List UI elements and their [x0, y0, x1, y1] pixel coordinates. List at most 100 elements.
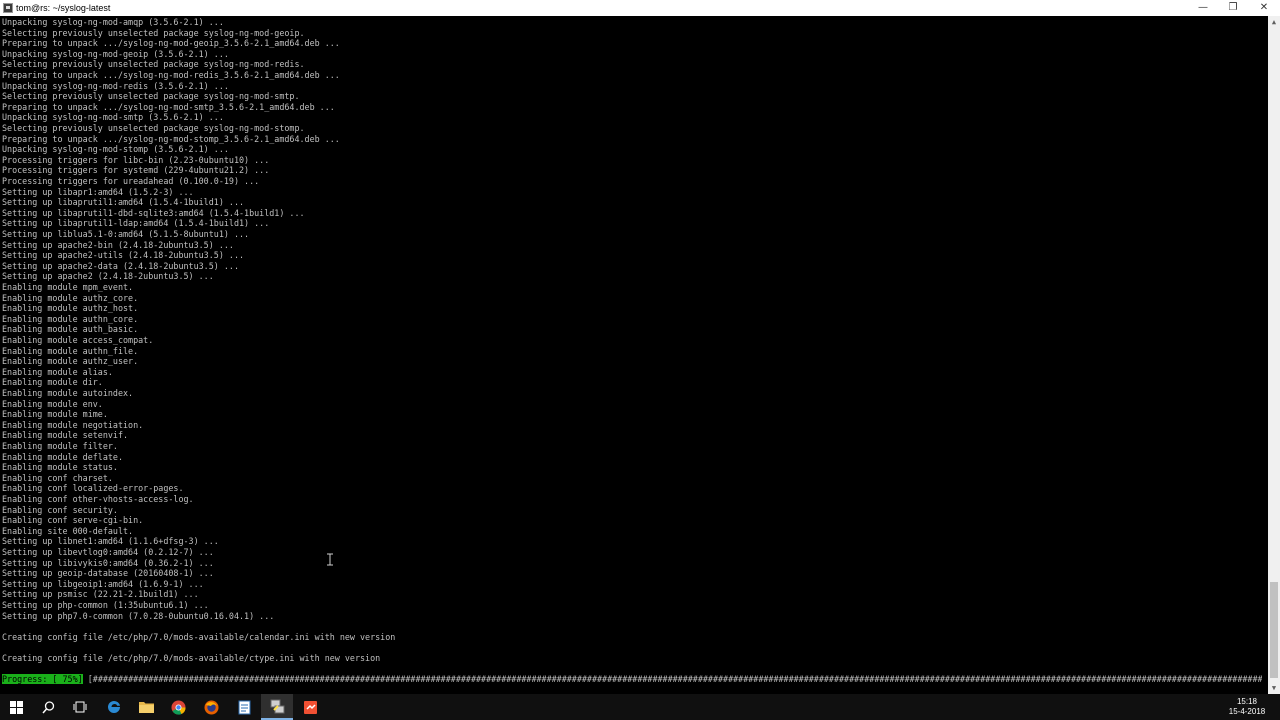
terminal-line: Enabling conf other-vhosts-access-log.	[2, 494, 194, 504]
window-title: tom@rs: ~/syslog-latest	[16, 3, 111, 13]
terminal-line: Enabling module auth_basic.	[2, 324, 139, 335]
terminal-line: Setting up libaprutil1-dbd-sqlite3:amd64…	[2, 207, 305, 218]
terminal-line: Setting up php7.0-common (7.0.28-0ubuntu…	[2, 610, 275, 621]
terminal-line: Enabling module authz_core.	[2, 292, 139, 303]
terminal-line: Setting up apache2-utils (2.4.18-2ubuntu…	[2, 250, 245, 261]
windows-icon	[9, 700, 23, 714]
terminal-line: Enabling module mpm_event.	[2, 282, 134, 292]
window-titlebar[interactable]: tom@rs: ~/syslog-latest — ❐ ✕	[0, 0, 1280, 16]
progress-bar: [#######################################…	[87, 674, 1262, 685]
terminal-line: Enabling module filter.	[2, 441, 118, 451]
terminal-line: Preparing to unpack .../syslog-ng-mod-st…	[2, 133, 340, 144]
scroll-down-arrow-icon[interactable]: ▼	[1268, 682, 1280, 694]
chrome-icon	[171, 700, 186, 715]
file-explorer-app[interactable]	[130, 694, 162, 720]
terminal-line: Unpacking syslog-ng-mod-smtp (3.5.6-2.1)…	[2, 112, 224, 123]
putty-app[interactable]	[261, 694, 293, 720]
terminal-line: Setting up psmisc (22.21-2.1build1) ...	[2, 589, 199, 600]
putty-icon	[270, 699, 284, 713]
terminal-line: Preparing to unpack .../syslog-ng-mod-ge…	[2, 38, 340, 49]
terminal-line: Processing triggers for libc-bin (2.23-0…	[2, 154, 270, 165]
firefox-icon	[204, 700, 218, 714]
terminal-line: Setting up apache2 (2.4.18-2ubuntu3.5) .…	[2, 271, 214, 282]
edge-app[interactable]	[98, 694, 130, 720]
start-button[interactable]	[0, 694, 32, 720]
text-cursor-icon	[325, 553, 335, 566]
terminal-line: Setting up libevtlog0:amd64 (0.2.12-7) .…	[2, 547, 214, 557]
terminal-line: Enabling module deflate.	[2, 451, 124, 462]
terminal-line: Creating config file /etc/php/7.0/mods-a…	[2, 631, 396, 642]
terminal-line: Enabling module autoindex.	[2, 388, 134, 398]
terminal-line: Enabling conf security.	[2, 504, 118, 515]
task-view-button[interactable]	[64, 694, 96, 720]
progress-line: Progress: [ 75%] [######################…	[2, 674, 1262, 685]
maximize-button[interactable]: ❐	[1218, 0, 1248, 16]
terminal-line: Enabling module access_compat.	[2, 335, 154, 345]
terminal-line: Enabling module env.	[2, 398, 103, 409]
terminal-line: Processing triggers for ureadahead (0.10…	[2, 176, 260, 186]
git-app[interactable]	[294, 694, 326, 720]
notepad-icon	[238, 700, 250, 714]
terminal-line: Enabling module authz_user.	[2, 356, 139, 367]
terminal-scrollbar[interactable]: ▲ ▼	[1268, 16, 1280, 694]
terminal-line: Preparing to unpack .../syslog-ng-mod-sm…	[2, 101, 335, 112]
taskbar: 15:18 15-4-2018	[0, 694, 1280, 720]
terminal-line: Setting up libaprutil1-ldap:amd64 (1.5.4…	[2, 218, 270, 229]
terminal-line: Setting up php-common (1:35ubuntu6.1) ..…	[2, 600, 209, 610]
scroll-up-arrow-icon[interactable]: ▲	[1268, 16, 1280, 28]
terminal-line: Unpacking syslog-ng-mod-amqp (3.5.6-2.1)…	[2, 17, 224, 27]
terminal-line: Creating config file /etc/php/7.0/mods-a…	[2, 653, 381, 663]
terminal-line: Enabling module negotiation.	[2, 419, 144, 430]
search-icon	[41, 700, 54, 713]
notepad-app[interactable]	[228, 694, 260, 720]
terminal-line: Setting up libapr1:amd64 (1.5.2-3) ...	[2, 186, 194, 197]
terminal-line: Setting up apache2-data (2.4.18-2ubuntu3…	[2, 260, 239, 271]
chrome-app[interactable]	[162, 694, 194, 720]
terminal-line: Unpacking syslog-ng-mod-stomp (3.5.6-2.1…	[2, 144, 229, 155]
putty-icon	[3, 3, 13, 13]
close-button[interactable]: ✕	[1249, 0, 1279, 16]
scroll-thumb[interactable]	[1270, 582, 1278, 678]
terminal-line: Enabling module mime.	[2, 409, 108, 420]
terminal-line: Setting up geoip-database (20160408-1) .…	[2, 568, 214, 579]
terminal-line: Enabling module dir.	[2, 377, 103, 388]
terminal-line: Setting up libgeoip1:amd64 (1.6.9-1) ...	[2, 578, 204, 589]
terminal-line: Preparing to unpack .../syslog-ng-mod-re…	[2, 70, 340, 80]
terminal-line: Enabling module setenvif.	[2, 430, 129, 441]
git-icon	[303, 700, 317, 714]
system-clock[interactable]: 15:18 15-4-2018	[1224, 697, 1270, 717]
terminal-line: Enabling site 000-default.	[2, 525, 134, 536]
terminal-line: Unpacking syslog-ng-mod-geoip (3.5.6-2.1…	[2, 48, 229, 59]
terminal-line: Enabling module alias.	[2, 366, 113, 377]
firefox-app[interactable]	[195, 694, 227, 720]
terminal-line: Enabling conf localized-error-pages.	[2, 483, 184, 494]
terminal-line: Setting up libnet1:amd64 (1.1.6+dfsg-3) …	[2, 536, 219, 547]
terminal-line: Enabling module authn_core.	[2, 313, 139, 324]
terminal-line: Setting up libaprutil1:amd64 (1.5.4-1bui…	[2, 197, 245, 208]
terminal-line: Enabling module status.	[2, 462, 118, 473]
terminal-line: Enabling module authn_file.	[2, 345, 139, 356]
terminal-line: Enabling conf charset.	[2, 472, 113, 483]
terminal-line: Enabling conf serve-cgi-bin.	[2, 515, 144, 526]
progress-label: Progress: [ 75%]	[2, 674, 83, 685]
terminal-line: Selecting previously unselected package …	[2, 27, 305, 38]
terminal-line: Selecting previously unselected package …	[2, 59, 305, 70]
terminal-line: Processing triggers for systemd (229-4ub…	[2, 165, 270, 176]
edge-icon	[108, 700, 120, 713]
clock-time: 15:18	[1236, 697, 1258, 706]
folder-icon	[138, 702, 154, 713]
clock-date: 15-4-2018	[1228, 707, 1266, 716]
search-button[interactable]	[32, 694, 64, 720]
terminal-line: Setting up liblua5.1-0:amd64 (5.1.5-8ubu…	[2, 229, 250, 239]
terminal-line: Enabling module authz_host.	[2, 303, 139, 314]
task-view-icon	[73, 701, 87, 713]
terminal-line: Unpacking syslog-ng-mod-redis (3.5.6-2.1…	[2, 80, 229, 91]
terminal-output[interactable]: Unpacking syslog-ng-mod-amqp (3.5.6-2.1)…	[0, 16, 1268, 694]
terminal-line: Selecting previously unselected package …	[2, 91, 300, 102]
terminal-line: Setting up libivykis0:amd64 (0.36.2-1) .…	[2, 557, 214, 568]
terminal-line: Setting up apache2-bin (2.4.18-2ubuntu3.…	[2, 239, 234, 250]
terminal-line: Selecting previously unselected package …	[2, 123, 305, 133]
minimize-button[interactable]: —	[1188, 0, 1218, 16]
